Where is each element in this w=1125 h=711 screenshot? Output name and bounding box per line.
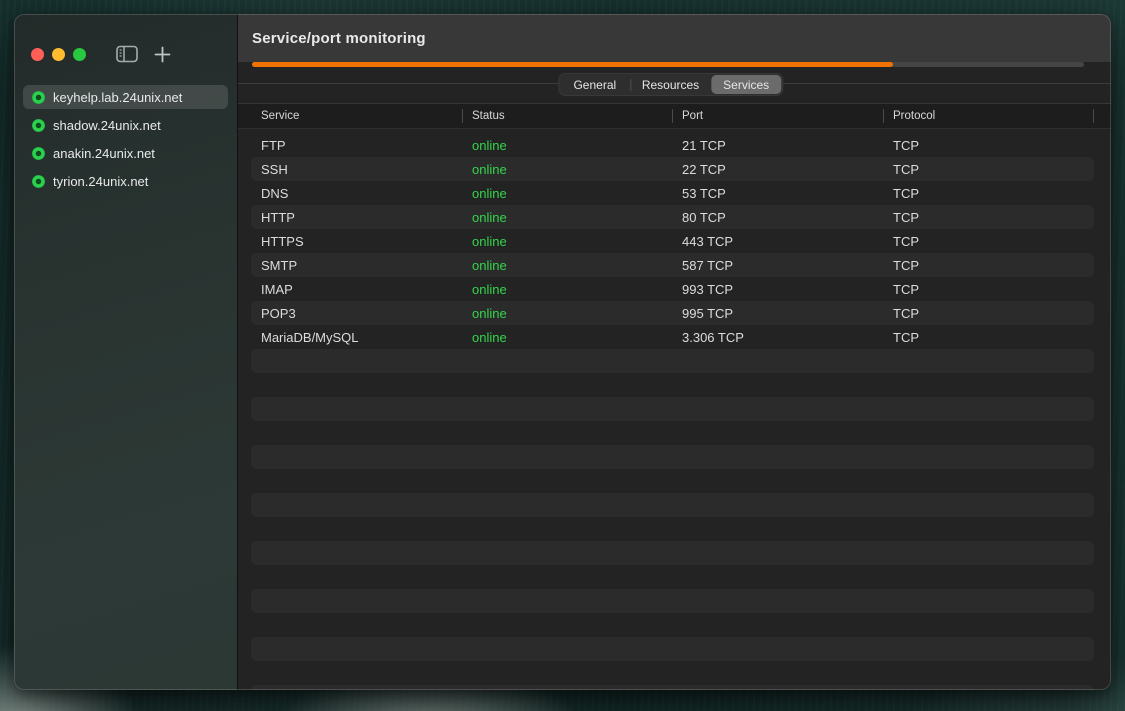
cell-protocol: TCP [883,162,1094,177]
cell-service: SSH [251,162,462,177]
cell-port: 995 TCP [672,306,883,321]
cell-service: HTTPS [251,234,462,249]
table-row[interactable]: FTPonline21 TCPTCP [251,133,1094,157]
server-list: keyhelp.lab.24unix.net shadow.24unix.net a… [14,83,237,195]
cell-port: 22 TCP [672,162,883,177]
sidebar-item-tyrion[interactable]: tyrion.24unix.net [23,169,228,193]
status-online-icon [32,91,45,104]
cell-status: online [462,138,672,153]
cell-service: SMTP [251,258,462,273]
table-row[interactable]: HTTPSonline443 TCPTCP [251,229,1094,253]
app-window: keyhelp.lab.24unix.net shadow.24unix.net a… [14,14,1111,690]
minimize-button[interactable] [52,48,65,61]
cell-protocol: TCP [883,330,1094,345]
cell-port: 443 TCP [672,234,883,249]
cell-service: POP3 [251,306,462,321]
sidebar-titlebar [14,14,237,64]
server-name: shadow.24unix.net [53,118,161,133]
plus-icon [154,46,171,63]
sidebar-item-shadow[interactable]: shadow.24unix.net [23,113,228,137]
table-row[interactable]: POP3online995 TCPTCP [251,301,1094,325]
zoom-button[interactable] [73,48,86,61]
sidebar-toggle-icon [116,45,138,63]
sidebar-toggle-button[interactable] [116,45,138,63]
table-row-empty [251,445,1094,469]
cell-status: online [462,210,672,225]
table-body: FTPonline21 TCPTCPSSHonline22 TCPTCPDNSo… [251,133,1094,690]
cell-protocol: TCP [883,186,1094,201]
cell-protocol: TCP [883,306,1094,321]
tab-general[interactable]: General [560,75,630,94]
server-name: anakin.24unix.net [53,146,155,161]
cell-protocol: TCP [883,234,1094,249]
tab-services[interactable]: Services [711,75,781,94]
table-row-empty [251,685,1094,690]
table-row[interactable]: DNSonline53 TCPTCP [251,181,1094,205]
table-row-empty [251,349,1094,373]
cell-status: online [462,258,672,273]
cell-protocol: TCP [883,282,1094,297]
add-server-button[interactable] [154,46,171,63]
table-row[interactable]: SMTPonline587 TCPTCP [251,253,1094,277]
segmented-control: GeneralResourcesServices [558,73,783,96]
main-titlebar: Service/port monitoring [238,14,1111,62]
cell-port: 993 TCP [672,282,883,297]
cell-protocol: TCP [883,258,1094,273]
table-row-empty [251,493,1094,517]
status-online-icon [32,147,45,160]
column-header-status[interactable]: Status [462,104,672,128]
server-name: tyrion.24unix.net [53,174,148,189]
cell-status: online [462,162,672,177]
cell-port: 3.306 TCP [672,330,883,345]
table-row-empty [251,469,1094,493]
cell-status: online [462,282,672,297]
cell-service: DNS [251,186,462,201]
page-title: Service/port monitoring [252,30,426,47]
table-header: ServiceStatusPortProtocol [238,103,1111,129]
table-row-empty [251,589,1094,613]
cell-status: online [462,330,672,345]
sidebar: keyhelp.lab.24unix.net shadow.24unix.net a… [14,14,237,690]
cell-status: online [462,234,672,249]
cell-status: online [462,306,672,321]
table-row[interactable]: IMAPonline993 TCPTCP [251,277,1094,301]
cell-port: 21 TCP [672,138,883,153]
table-row-empty [251,541,1094,565]
table-row-empty [251,565,1094,589]
table-row-empty [251,421,1094,445]
main-pane: Service/port monitoring GeneralResources… [238,14,1111,690]
cell-service: MariaDB/MySQL [251,330,462,345]
cell-service: IMAP [251,282,462,297]
table-row-empty [251,397,1094,421]
cell-protocol: TCP [883,210,1094,225]
table-row-empty [251,637,1094,661]
table-row[interactable]: SSHonline22 TCPTCP [251,157,1094,181]
cell-service: FTP [251,138,462,153]
table-row-empty [251,613,1094,637]
status-online-icon [32,119,45,132]
column-header-protocol[interactable]: Protocol [883,104,1094,128]
close-button[interactable] [31,48,44,61]
server-name: keyhelp.lab.24unix.net [53,90,182,105]
table-row-empty [251,373,1094,397]
column-header-port[interactable]: Port [672,104,883,128]
cell-status: online [462,186,672,201]
sidebar-item-keyhelp[interactable]: keyhelp.lab.24unix.net [23,85,228,109]
table-row[interactable]: HTTPonline80 TCPTCP [251,205,1094,229]
cell-port: 587 TCP [672,258,883,273]
cell-port: 53 TCP [672,186,883,201]
cell-port: 80 TCP [672,210,883,225]
status-online-icon [32,175,45,188]
column-header-service[interactable]: Service [251,104,462,128]
cell-service: HTTP [251,210,462,225]
tab-resources[interactable]: Resources [631,75,710,94]
cell-protocol: TCP [883,138,1094,153]
table-row-empty [251,661,1094,685]
sidebar-item-anakin[interactable]: anakin.24unix.net [23,141,228,165]
tab-bar: GeneralResourcesServices [238,67,1111,103]
table-row[interactable]: MariaDB/MySQLonline3.306 TCPTCP [251,325,1094,349]
table-row-empty [251,517,1094,541]
